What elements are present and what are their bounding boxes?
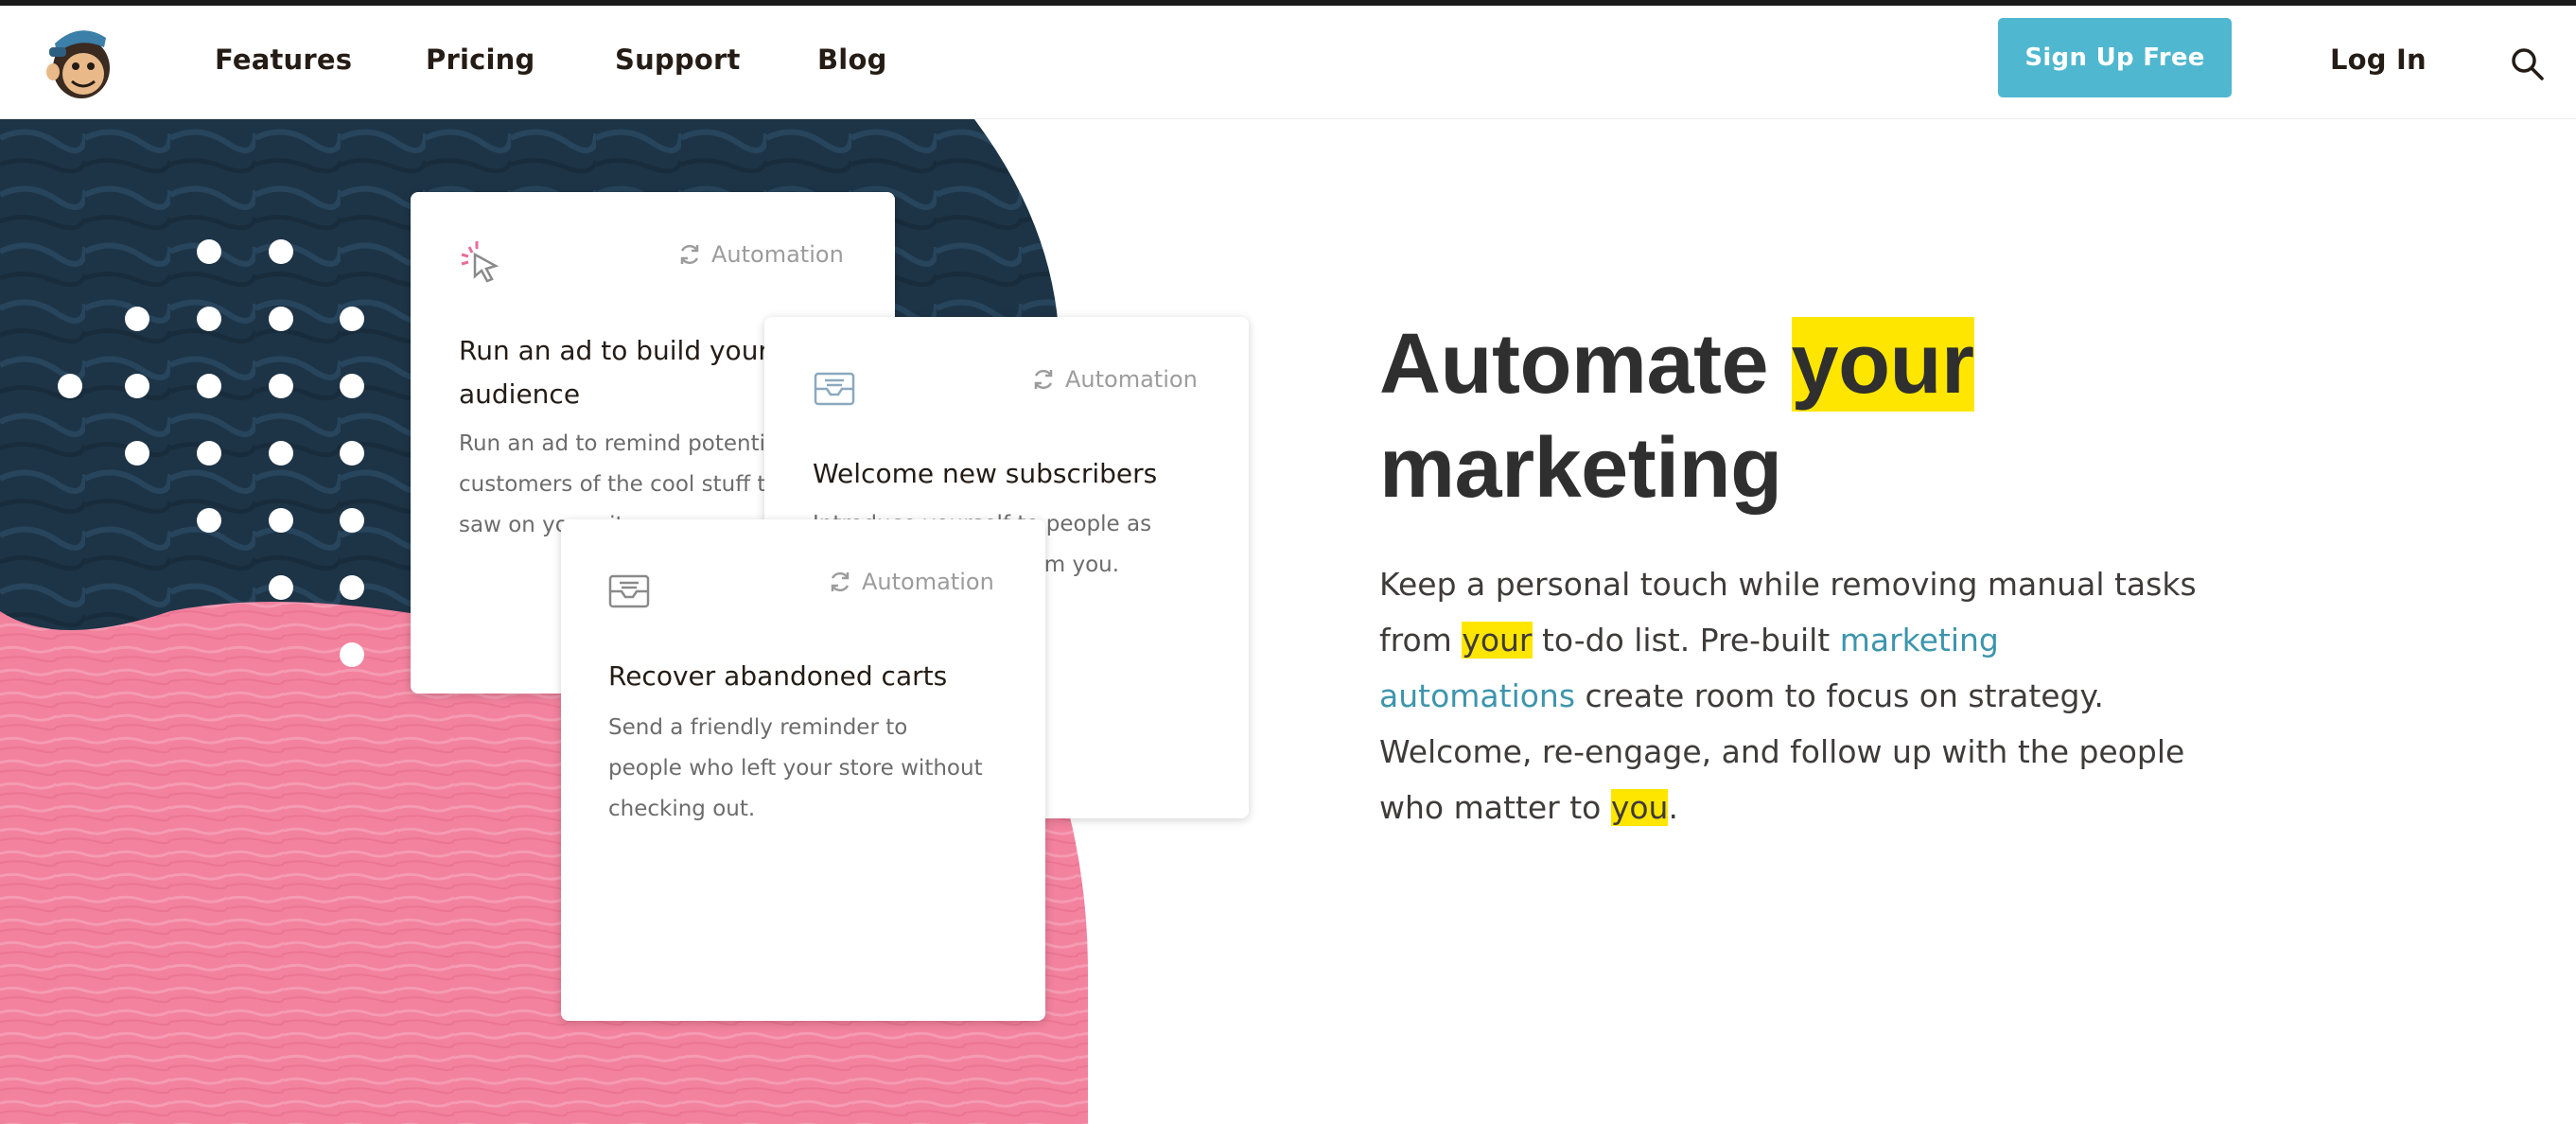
marketing-automations-link[interactable]: marketing <box>1840 622 1999 659</box>
marketing-automations-link[interactable]: automations <box>1379 677 1575 714</box>
description-text: create room to focus on strategy. <box>1575 677 2104 714</box>
description-text: . <box>1668 789 1678 826</box>
card-description-line: people who left your store without <box>608 756 983 781</box>
automation-tag: Automation <box>828 569 994 595</box>
nav-link-pricing[interactable]: Pricing <box>426 44 534 76</box>
envelope-icon <box>608 574 650 608</box>
nav-link-blog[interactable]: Blog <box>817 44 887 76</box>
automation-tag-label: Automation <box>1065 366 1198 393</box>
headline-text: Automate <box>1379 317 1792 412</box>
card-title: Recover abandoned carts <box>608 655 1043 698</box>
card-description: Send a friendly reminder to people who l… <box>608 708 1043 830</box>
description-text: who matter to <box>1379 789 1611 826</box>
card-title: Welcome new subscribers <box>813 452 1248 496</box>
description-text: Welcome, re-engage, and follow up with t… <box>1379 733 2185 770</box>
card-title-line: Recover abandoned carts <box>608 660 948 692</box>
refresh-cycle-icon <box>831 571 850 592</box>
cursor-click-icon <box>461 241 499 283</box>
automation-tag: Automation <box>677 241 844 268</box>
description-text: Keep a personal touch while removing man… <box>1379 566 2197 603</box>
automation-tag-label: Automation <box>711 241 844 268</box>
card-description-line: Send a friendly reminder to <box>608 715 908 740</box>
description-text: to-do list. Pre-built <box>1532 622 1840 659</box>
automation-tag: Automation <box>1031 366 1198 393</box>
sign-up-free-button[interactable]: Sign Up Free <box>1998 18 2232 97</box>
log-in-link[interactable]: Log In <box>2330 44 2427 76</box>
card-title-line: Welcome new subscribers <box>813 458 1158 489</box>
description-highlight: you <box>1610 789 1669 826</box>
search-icon[interactable] <box>2511 47 2545 81</box>
automation-tag-label: Automation <box>862 569 994 595</box>
hero-description: Keep a personal touch while removing man… <box>1379 556 2212 835</box>
top-navigation: Features Pricing Support Blog Sign Up Fr… <box>0 6 2576 119</box>
freddie-monkey-logo-icon[interactable] <box>38 19 121 102</box>
headline-highlight: your <box>1791 317 1974 412</box>
refresh-cycle-icon <box>680 244 699 265</box>
description-highlight: your <box>1462 622 1533 659</box>
nav-link-features[interactable]: Features <box>215 44 352 76</box>
description-text: from <box>1379 622 1463 659</box>
card-description-line: checking out. <box>608 797 756 821</box>
automation-card-abandoned-carts[interactable]: Automation Recover abandoned carts Send … <box>561 519 1045 1021</box>
hero-headline: Automate your marketing <box>1379 312 2231 520</box>
nav-link-support[interactable]: Support <box>615 44 741 76</box>
refresh-cycle-icon <box>1034 369 1053 390</box>
headline-text: marketing <box>1379 421 1782 516</box>
envelope-icon <box>814 372 855 406</box>
